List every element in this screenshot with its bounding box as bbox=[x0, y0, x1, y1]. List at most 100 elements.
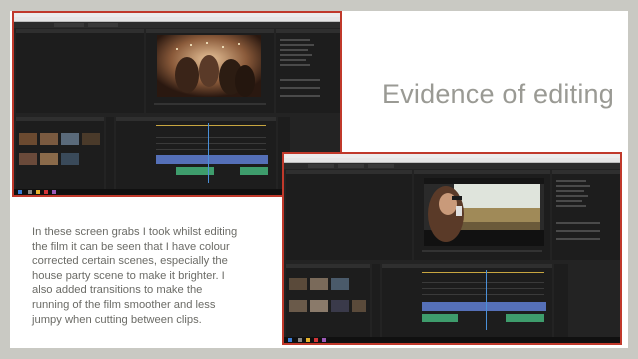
workspace-tab bbox=[54, 23, 84, 27]
media-thumbnail[interactable] bbox=[40, 133, 58, 145]
screenshot-car-scene bbox=[282, 152, 622, 345]
panel-header bbox=[414, 170, 550, 174]
workspace-tab bbox=[88, 23, 118, 27]
project-panel bbox=[16, 117, 104, 191]
tools-panel bbox=[372, 264, 380, 338]
slide: Evidence of editing In these screen grab… bbox=[10, 11, 628, 348]
car-scene-image bbox=[424, 178, 544, 246]
effects-item[interactable] bbox=[556, 205, 586, 207]
body-line: also added transitions to make the bbox=[32, 284, 203, 297]
premiere-icon[interactable] bbox=[322, 338, 326, 342]
body-line: running of the film smoother and less bbox=[32, 298, 216, 311]
timeline-playhead[interactable] bbox=[208, 123, 209, 183]
workspace-tab bbox=[368, 164, 394, 168]
car-video-frame bbox=[424, 178, 544, 246]
body-line: corrected certain scenes, especially the bbox=[32, 255, 228, 268]
workspace-tab bbox=[308, 164, 334, 168]
effects-item[interactable] bbox=[280, 44, 314, 46]
media-thumbnail[interactable] bbox=[331, 278, 349, 290]
taskbar-icon[interactable] bbox=[44, 190, 48, 194]
effects-item[interactable] bbox=[280, 87, 320, 89]
folder-icon[interactable] bbox=[306, 338, 310, 342]
effects-item[interactable] bbox=[280, 79, 320, 81]
body-line: the film it can be seen that I have colo… bbox=[32, 240, 230, 253]
presentation-stage: Evidence of editing In these screen grab… bbox=[0, 0, 638, 359]
audio-clip[interactable] bbox=[240, 167, 268, 175]
media-thumbnail[interactable] bbox=[310, 300, 328, 312]
panel-header bbox=[286, 264, 370, 268]
effects-item[interactable] bbox=[556, 195, 588, 197]
panel-header bbox=[286, 170, 412, 174]
track-row bbox=[156, 143, 266, 144]
panel-header bbox=[552, 170, 620, 174]
effects-item[interactable] bbox=[280, 39, 310, 41]
media-thumbnail[interactable] bbox=[289, 300, 307, 312]
program-monitor bbox=[146, 29, 274, 113]
track-row bbox=[156, 149, 266, 150]
effects-item[interactable] bbox=[280, 49, 308, 51]
track-row bbox=[422, 288, 544, 289]
media-thumbnail[interactable] bbox=[331, 300, 349, 312]
media-thumbnail[interactable] bbox=[82, 133, 100, 145]
panel-header bbox=[382, 264, 552, 268]
media-thumbnail[interactable] bbox=[40, 153, 58, 165]
source-panel bbox=[286, 170, 412, 260]
audio-meters bbox=[554, 264, 568, 338]
effects-panel bbox=[552, 170, 620, 260]
track-row bbox=[422, 282, 544, 283]
timeline-playhead[interactable] bbox=[486, 270, 487, 330]
panel-header bbox=[276, 29, 340, 33]
body-line: In these screen grabs I took whilst edit… bbox=[32, 226, 238, 238]
workspace-tab bbox=[338, 164, 364, 168]
media-thumbnail[interactable] bbox=[61, 133, 79, 145]
folder-icon[interactable] bbox=[36, 190, 40, 194]
media-thumbnail[interactable] bbox=[61, 153, 79, 165]
start-icon[interactable] bbox=[288, 338, 292, 342]
effects-item[interactable] bbox=[556, 200, 582, 202]
effects-item[interactable] bbox=[280, 64, 310, 66]
party-video-frame bbox=[157, 35, 261, 97]
track-row bbox=[422, 294, 544, 295]
effects-item[interactable] bbox=[556, 185, 590, 187]
effects-item[interactable] bbox=[556, 238, 600, 240]
slide-body-text: In these screen grabs I took whilst edit… bbox=[32, 225, 277, 327]
taskbar-icon[interactable] bbox=[314, 338, 318, 342]
panel-header bbox=[116, 117, 276, 121]
effects-item[interactable] bbox=[556, 180, 586, 182]
monitor-controls[interactable] bbox=[422, 250, 542, 252]
taskbar-icon[interactable] bbox=[28, 190, 32, 194]
body-line: jumpy when cutting between clips. bbox=[32, 313, 202, 326]
audio-clip[interactable] bbox=[506, 314, 544, 322]
media-thumbnail[interactable] bbox=[19, 153, 37, 165]
track-row bbox=[156, 137, 266, 138]
monitor-controls[interactable] bbox=[154, 103, 266, 105]
media-thumbnail[interactable] bbox=[19, 133, 37, 145]
media-thumbnail[interactable] bbox=[352, 300, 366, 312]
program-monitor bbox=[414, 170, 550, 260]
media-thumbnail[interactable] bbox=[289, 278, 307, 290]
panel-header bbox=[16, 117, 104, 121]
timeline-panel bbox=[116, 117, 276, 191]
effects-item[interactable] bbox=[280, 95, 320, 97]
body-line: house party scene to make it brighter. I bbox=[32, 269, 225, 282]
slide-title: Evidence of editing bbox=[382, 79, 614, 109]
video-track-clips[interactable] bbox=[156, 155, 268, 164]
premiere-icon[interactable] bbox=[52, 190, 56, 194]
source-panel bbox=[16, 29, 144, 113]
audio-clip[interactable] bbox=[422, 314, 458, 322]
panel-header bbox=[146, 29, 274, 33]
panel-header bbox=[16, 29, 144, 33]
timeline-ruler bbox=[156, 125, 266, 126]
effects-item[interactable] bbox=[280, 54, 312, 56]
effects-item[interactable] bbox=[556, 190, 584, 192]
effects-item[interactable] bbox=[556, 230, 600, 232]
windows-taskbar bbox=[284, 337, 620, 343]
project-panel bbox=[286, 264, 370, 338]
effects-item[interactable] bbox=[280, 59, 306, 61]
effects-item[interactable] bbox=[556, 222, 600, 224]
taskbar-icon[interactable] bbox=[298, 338, 302, 342]
video-track-clips[interactable] bbox=[422, 302, 546, 311]
start-icon[interactable] bbox=[18, 190, 22, 194]
media-thumbnail[interactable] bbox=[310, 278, 328, 290]
workspace-tabs bbox=[284, 163, 620, 169]
